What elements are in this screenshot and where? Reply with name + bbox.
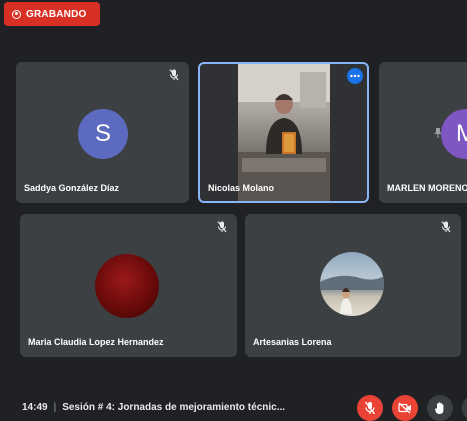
participant-name: Artesanias Lorena	[253, 337, 332, 347]
participant-name: Maria Claudia Lopez Hernandez	[28, 337, 164, 347]
more-options-icon[interactable]	[347, 68, 363, 84]
participant-name: Saddya González Díaz	[24, 183, 120, 193]
raise-hand-button[interactable]	[427, 395, 453, 421]
clock-time: 14:49	[22, 402, 48, 413]
mic-toggle-button[interactable]	[357, 395, 383, 421]
mic-off-icon	[215, 220, 229, 234]
bottom-bar: 14:49 | Sesión # 4: Jornadas de mejoramien…	[0, 388, 467, 421]
active-speaker-border	[198, 62, 369, 203]
mic-off-icon	[439, 220, 453, 234]
divider: |	[53, 402, 57, 413]
avatar-initial: M	[456, 120, 467, 147]
camera-off-icon	[398, 402, 411, 414]
more-controls-button[interactable]	[462, 395, 467, 421]
recording-badge: GRABANDO	[4, 2, 100, 26]
camera-toggle-button[interactable]	[392, 395, 418, 421]
profile-photo	[320, 275, 384, 314]
avatar	[320, 252, 384, 316]
participant-tile-marlen[interactable]: M MARLEN MORENO	[379, 62, 467, 203]
record-icon	[12, 9, 21, 19]
participant-tile-maria-claudia[interactable]: Maria Claudia Lopez Hernandez	[20, 214, 237, 357]
participant-tile-saddya[interactable]: S Saddya González Díaz	[16, 62, 189, 203]
participant-tile-artesanias-lorena[interactable]: Artesanias Lorena	[245, 214, 461, 357]
avatar: S	[78, 109, 128, 159]
meeting-info: 14:49 | Sesión # 4: Jornadas de mejoramien…	[22, 402, 285, 413]
raise-hand-icon	[435, 402, 444, 414]
participant-name: MARLEN MORENO	[387, 183, 467, 193]
meeting-title: Sesión # 4: Jornadas de mejoramiento téc…	[62, 402, 286, 413]
recording-label: GRABANDO	[26, 8, 87, 20]
avatar: M	[441, 109, 467, 159]
mic-off-icon	[167, 68, 181, 82]
avatar	[95, 254, 159, 318]
mic-off-icon	[364, 401, 376, 415]
avatar-initial: S	[94, 120, 111, 147]
